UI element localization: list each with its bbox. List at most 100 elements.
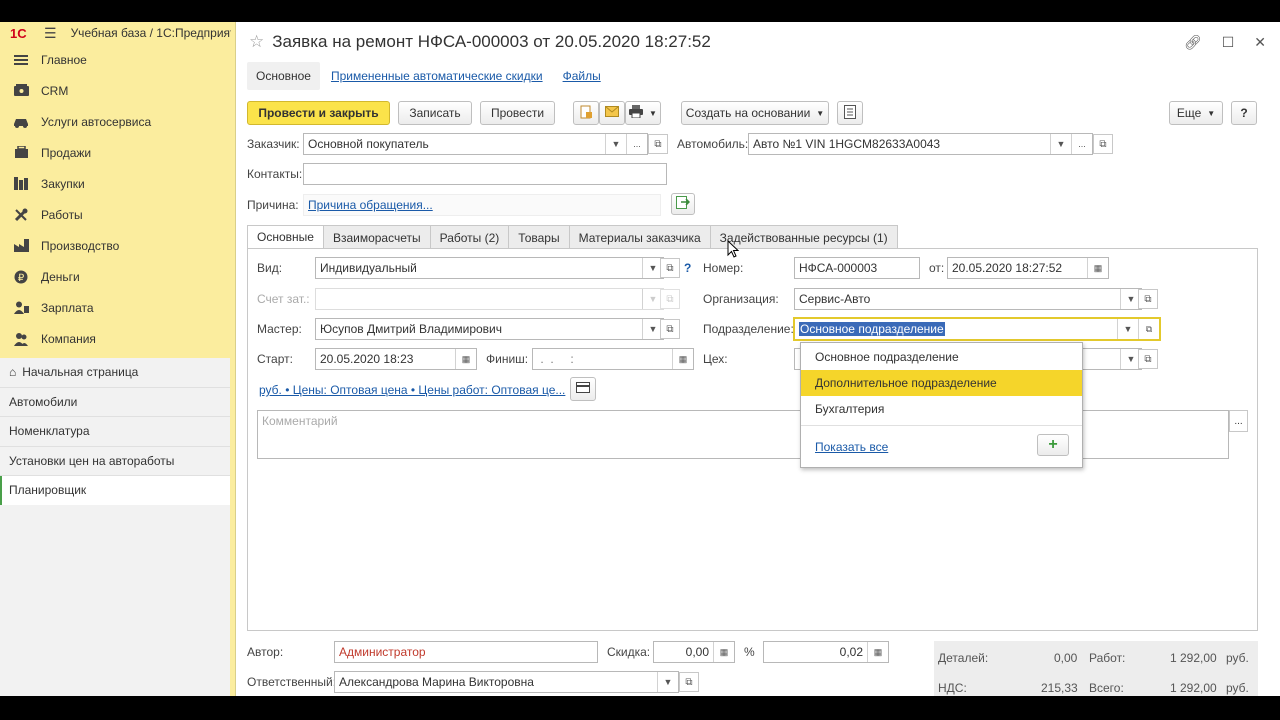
calendar-icon[interactable]: ▦ bbox=[1087, 258, 1108, 278]
reason-field[interactable]: Причина обращения... bbox=[303, 194, 661, 216]
document-flow-button[interactable] bbox=[573, 101, 599, 125]
finish-field[interactable]: . . : ▦ bbox=[532, 348, 694, 370]
open-invoice-icon[interactable]: ⧉ bbox=[660, 289, 680, 309]
master-field[interactable]: Юсупов Дмитрий Владимирович ▼ bbox=[315, 318, 664, 340]
nav-item-nomenclature[interactable]: Номенклатура bbox=[0, 417, 230, 447]
number-field[interactable]: НФСА-000003 bbox=[794, 257, 920, 279]
tab-settlements[interactable]: Взаиморасчеты bbox=[322, 225, 431, 249]
dropdown-item[interactable]: Основное подразделение bbox=[801, 344, 1082, 370]
sidebar-item-money[interactable]: ₽ Деньги bbox=[0, 261, 235, 292]
sidebar-item-production[interactable]: Производство bbox=[0, 230, 235, 261]
post-and-close-button[interactable]: Провести и закрыть bbox=[247, 101, 390, 125]
car-label: Автомобиль: bbox=[677, 137, 749, 151]
dropdown-item-highlighted[interactable]: Дополнительное подразделение bbox=[801, 370, 1082, 396]
open-master-icon[interactable]: ⧉ bbox=[660, 319, 680, 339]
cart-icon bbox=[12, 145, 30, 161]
open-kind-icon[interactable]: ⧉ bbox=[660, 258, 680, 278]
chevron-down-icon[interactable]: ▼ bbox=[657, 672, 678, 692]
nav-item-scheduler[interactable]: Планировщик bbox=[0, 476, 230, 506]
prices-settings-button[interactable] bbox=[570, 377, 596, 401]
sidebar-item-main[interactable]: Главное bbox=[0, 44, 235, 75]
car-field[interactable]: Авто №1 VIN 1HGCM82633A0043 ▼ ... bbox=[748, 133, 1093, 155]
tab-main[interactable]: Основное bbox=[247, 62, 320, 90]
email-button[interactable] bbox=[599, 101, 625, 125]
calculator-icon[interactable]: ▦ bbox=[867, 642, 888, 662]
open-customer-icon[interactable]: ⧉ bbox=[648, 134, 668, 154]
show-all-link[interactable]: Показать все bbox=[815, 440, 888, 454]
invoice-label: Счет зат.: bbox=[257, 292, 310, 306]
sidebar-item-purchases[interactable]: Закупки bbox=[0, 168, 235, 199]
tab-customer-materials[interactable]: Материалы заказчика bbox=[568, 225, 711, 249]
help-button[interactable]: ? bbox=[1231, 101, 1257, 125]
prices-link[interactable]: руб. • Цены: Оптовая цена • Цены работ: … bbox=[259, 383, 565, 397]
nav-item-label: Начальная страница bbox=[22, 365, 139, 380]
maximize-icon[interactable]: ☐ bbox=[1222, 34, 1235, 51]
comment-field[interactable]: Комментарий bbox=[257, 410, 1229, 459]
chevron-down-icon[interactable]: ▼ bbox=[1050, 134, 1071, 154]
sidebar-item-salary[interactable]: Зарплата bbox=[0, 292, 235, 323]
add-plus-icon[interactable]: + bbox=[1037, 434, 1069, 456]
chevron-down-icon[interactable]: ▼ bbox=[1117, 319, 1138, 339]
calendar-icon[interactable]: ▦ bbox=[672, 349, 693, 369]
kind-field[interactable]: Индивидуальный ▼ bbox=[315, 257, 664, 279]
salary-icon bbox=[12, 300, 30, 316]
contacts-field[interactable] bbox=[303, 163, 667, 185]
author-value: Администратор bbox=[339, 645, 426, 659]
favorite-star-icon[interactable]: ☆ bbox=[249, 32, 264, 52]
sidebar-item-works[interactable]: Работы bbox=[0, 199, 235, 230]
author-field[interactable]: Администратор bbox=[334, 641, 598, 663]
select-more-icon[interactable]: ... bbox=[1071, 134, 1092, 154]
invoice-field[interactable]: ▼ bbox=[315, 288, 664, 310]
print-button[interactable]: ▼ bbox=[625, 101, 661, 125]
discount2-field[interactable]: 0,02 ▦ bbox=[763, 641, 889, 663]
post-button[interactable]: Провести bbox=[480, 101, 555, 125]
more-button[interactable]: Еще ▼ bbox=[1169, 101, 1223, 125]
tab-auto-discounts[interactable]: Примененные автоматические скидки bbox=[322, 62, 552, 90]
customer-field[interactable]: Основной покупатель ▼ ... bbox=[303, 133, 648, 155]
responsible-field[interactable]: Александрова Марина Викторовна ▼ bbox=[334, 671, 679, 693]
tab-files[interactable]: Файлы bbox=[554, 62, 610, 90]
date-field[interactable]: 20.05.2020 18:27:52 ▦ bbox=[947, 257, 1109, 279]
select-more-icon[interactable]: ... bbox=[626, 134, 647, 154]
create-based-on-button[interactable]: Создать на основании ▼ bbox=[681, 101, 829, 125]
nav-item-price-settings[interactable]: Установки цен на автоработы bbox=[0, 446, 230, 476]
hamburger-icon[interactable]: ☰ bbox=[44, 25, 57, 42]
dropdown-item[interactable]: Бухгалтерия bbox=[801, 396, 1082, 422]
department-field[interactable]: Основное подразделение ▼ ⧉ bbox=[793, 317, 1161, 341]
start-field[interactable]: 20.05.2020 18:23 ▦ bbox=[315, 348, 477, 370]
tab-basic[interactable]: Основные bbox=[247, 225, 324, 249]
reason-label: Причина: bbox=[247, 198, 299, 212]
chevron-down-icon[interactable]: ▼ bbox=[605, 134, 626, 154]
open-car-icon[interactable]: ⧉ bbox=[1093, 134, 1113, 154]
calculator-icon[interactable]: ▦ bbox=[713, 642, 734, 662]
sidebar-item-autoservice[interactable]: Услуги автосервиса bbox=[0, 106, 235, 137]
reason-link[interactable]: Причина обращения... bbox=[308, 198, 660, 212]
reason-select-button[interactable] bbox=[671, 193, 695, 215]
save-button[interactable]: Записать bbox=[398, 101, 472, 125]
calendar-icon[interactable]: ▦ bbox=[455, 349, 476, 369]
open-department-icon[interactable]: ⧉ bbox=[1138, 319, 1159, 339]
open-workshop-icon[interactable]: ⧉ bbox=[1138, 349, 1158, 369]
report-button[interactable] bbox=[837, 101, 863, 125]
organization-field[interactable]: Сервис-Авто ▼ bbox=[794, 288, 1142, 310]
sidebar-item-label: Зарплата bbox=[41, 300, 94, 315]
nav-item-label: Автомобили bbox=[9, 394, 78, 409]
open-organization-icon[interactable]: ⧉ bbox=[1138, 289, 1158, 309]
customer-value: Основной покупатель bbox=[308, 137, 429, 151]
nav-item-cars[interactable]: Автомобили bbox=[0, 387, 230, 417]
responsible-label: Ответственный: bbox=[247, 675, 337, 689]
sidebar-item-crm[interactable]: CRM bbox=[0, 75, 235, 106]
sidebar-item-sales[interactable]: Продажи bbox=[0, 137, 235, 168]
sidebar-item-label: Главное bbox=[41, 52, 87, 67]
discount-field[interactable]: 0,00 ▦ bbox=[653, 641, 735, 663]
sidebar-item-company[interactable]: Компания bbox=[0, 323, 235, 354]
sidebar-nav: ⌂ Начальная страница Автомобили Номенкла… bbox=[0, 358, 230, 506]
comment-more-button[interactable]: ... bbox=[1229, 410, 1248, 432]
link-icon[interactable]: 🔗︎ bbox=[1184, 34, 1202, 51]
close-icon[interactable]: ✕ bbox=[1254, 34, 1266, 51]
nav-item-start-page[interactable]: ⌂ Начальная страница bbox=[0, 358, 230, 388]
open-responsible-icon[interactable]: ⧉ bbox=[679, 672, 699, 692]
tab-goods[interactable]: Товары bbox=[508, 225, 570, 249]
help-mark[interactable]: ? bbox=[684, 261, 691, 275]
tab-works[interactable]: Работы (2) bbox=[429, 225, 510, 249]
